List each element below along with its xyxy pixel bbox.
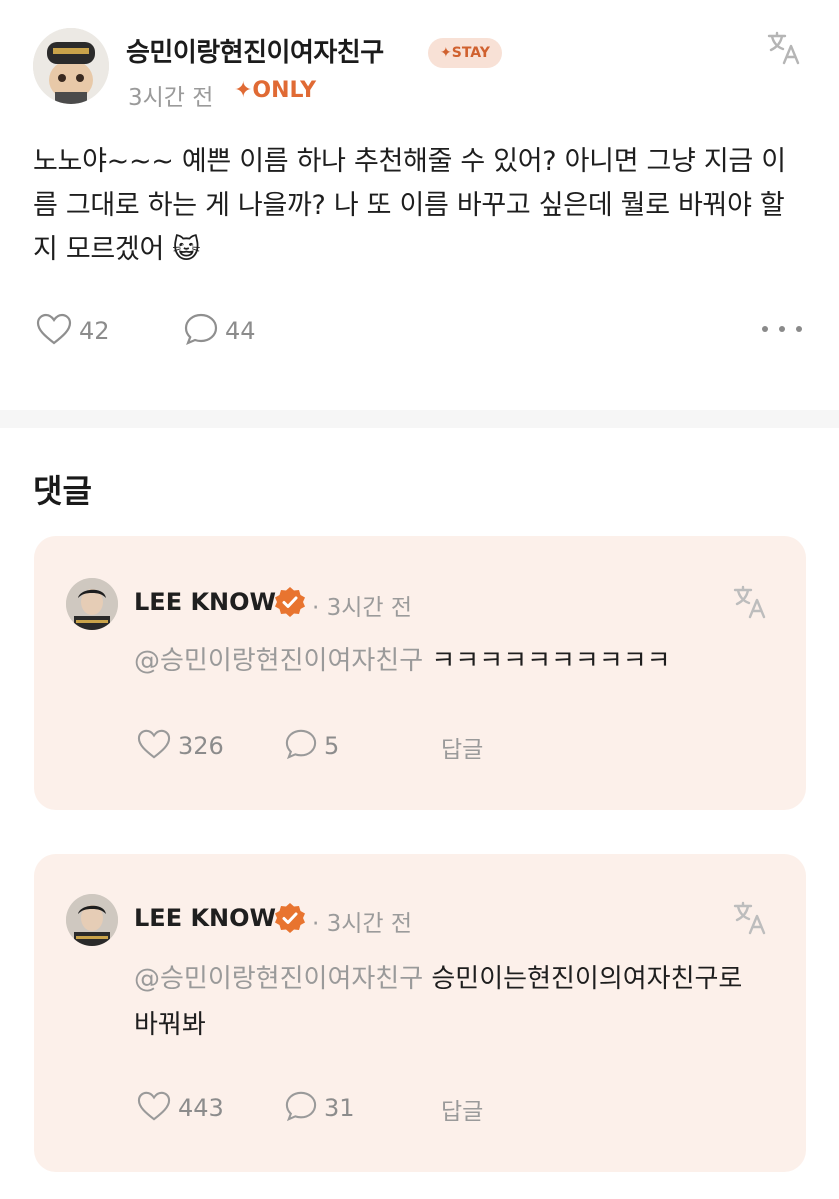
- comment-author[interactable]: LEE KNOW: [134, 588, 276, 616]
- translate-icon[interactable]: [732, 584, 768, 620]
- heart-icon[interactable]: [136, 1090, 172, 1126]
- more-icon[interactable]: [762, 315, 802, 343]
- reply-count-action[interactable]: 31: [284, 1090, 355, 1126]
- post-time: 3시간 전: [128, 85, 214, 111]
- comment-author[interactable]: LEE KNOW: [134, 904, 276, 932]
- reply-count: 5: [324, 732, 340, 760]
- comment-body: @승민이랑현진이여자친구 승민이는현진이의여자친구로 바꿔봐: [134, 956, 764, 1048]
- post: 승민이랑현진이여자친구 ✦STAY 3시간 전 ✦ONLY 노노야~~~ 예쁜 …: [0, 0, 839, 410]
- comment-count: 44: [225, 317, 256, 345]
- translate-icon[interactable]: [732, 900, 768, 936]
- only-badge: ✦ONLY: [234, 78, 317, 103]
- comment-mention[interactable]: @승민이랑현진이여자친구: [134, 964, 423, 994]
- like-action[interactable]: 443: [136, 1090, 224, 1126]
- verified-icon: [274, 586, 306, 618]
- reply-count-action[interactable]: 5: [284, 728, 339, 764]
- comment-time: · 3시간 전: [312, 911, 413, 937]
- avatar[interactable]: [66, 894, 118, 946]
- comment-body: @승민이랑현진이여자친구 ㅋㅋㅋㅋㅋㅋㅋㅋㅋㅋ: [134, 638, 774, 684]
- heart-icon[interactable]: [35, 312, 73, 350]
- comment-text: ㅋㅋㅋㅋㅋㅋㅋㅋㅋㅋ: [423, 646, 671, 676]
- verified-icon: [274, 902, 306, 934]
- comments-title: 댓글: [33, 472, 92, 510]
- reply-button[interactable]: 답글: [441, 730, 483, 764]
- comment-action[interactable]: 44: [183, 312, 256, 350]
- reply-count: 31: [324, 1094, 355, 1122]
- like-action[interactable]: 42: [35, 312, 110, 350]
- post-body: 노노야~~~ 예쁜 이름 하나 추천해줄 수 있어? 아니면 그냥 지금 이름 …: [33, 146, 786, 265]
- like-count: 443: [178, 1094, 224, 1122]
- comment-card: LEE KNOW · 3시간 전 @승민이랑현진이여자친구 ㅋㅋㅋㅋㅋㅋㅋㅋㅋㅋ…: [34, 536, 806, 810]
- translate-icon[interactable]: [766, 30, 802, 66]
- avatar[interactable]: [66, 578, 118, 630]
- section-divider: [0, 410, 839, 428]
- reply-button[interactable]: 답글: [441, 1092, 483, 1126]
- like-count: 42: [79, 317, 110, 345]
- like-action[interactable]: 326: [136, 728, 224, 764]
- comment-mention[interactable]: @승민이랑현진이여자친구: [134, 646, 423, 676]
- heart-icon[interactable]: [136, 728, 172, 764]
- comment-card: LEE KNOW · 3시간 전 @승민이랑현진이여자친구 승민이는현진이의여자…: [34, 854, 806, 1172]
- comment-time: · 3시간 전: [312, 595, 413, 621]
- author-avatar[interactable]: [33, 28, 109, 104]
- stay-badge: ✦STAY: [428, 38, 502, 68]
- comment-icon[interactable]: [284, 728, 318, 764]
- author-name[interactable]: 승민이랑현진이여자친구: [126, 32, 384, 69]
- like-count: 326: [178, 732, 224, 760]
- comment-icon[interactable]: [183, 312, 219, 350]
- comment-icon[interactable]: [284, 1090, 318, 1126]
